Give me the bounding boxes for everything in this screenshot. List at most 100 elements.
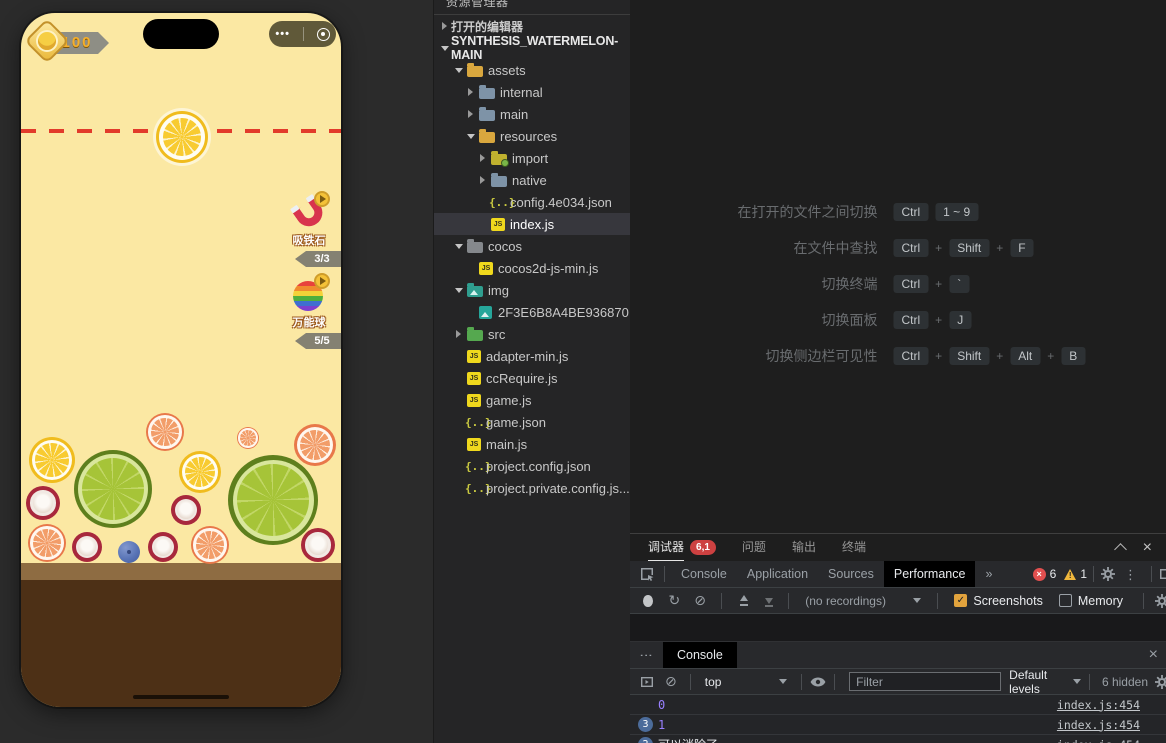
twisty-collapsed-icon[interactable] bbox=[464, 88, 477, 96]
memory-checkbox[interactable]: Memory bbox=[1059, 594, 1123, 608]
twisty-expanded-icon[interactable] bbox=[452, 68, 465, 73]
twisty-collapsed-icon[interactable] bbox=[464, 110, 477, 118]
console-message: 0 index.js:454 bbox=[630, 695, 1166, 715]
reload-and-record-icon[interactable]: ↻ bbox=[664, 592, 686, 609]
tree-item-game.json[interactable]: {..}game.json bbox=[434, 411, 630, 433]
shortcut-label: 切换面板 bbox=[643, 310, 878, 330]
panel-maximize-icon[interactable] bbox=[1114, 543, 1127, 556]
load-profile-icon[interactable] bbox=[737, 595, 748, 607]
keycap: Shift bbox=[949, 239, 989, 257]
twisty-expanded-icon[interactable] bbox=[464, 134, 477, 139]
warning-count[interactable]: 1 bbox=[1080, 567, 1087, 581]
powerup-label: 吸铁石 bbox=[293, 232, 326, 248]
folder-icon bbox=[467, 286, 483, 297]
log-levels-dropdown[interactable]: Default levels bbox=[1009, 669, 1081, 695]
panel-tab-2[interactable]: 输出 bbox=[792, 534, 816, 561]
panel-close-icon[interactable]: × bbox=[1143, 540, 1152, 556]
source-location-link[interactable]: index.js:454 bbox=[1057, 738, 1140, 743]
panel-tab-0[interactable]: 调试器6,1 bbox=[648, 534, 716, 561]
clear-icon[interactable]: ⊘ bbox=[689, 592, 711, 609]
tree-item-label: index.js bbox=[510, 217, 554, 232]
twisty-expanded-icon[interactable] bbox=[452, 244, 465, 249]
exit-circle-icon[interactable] bbox=[317, 28, 330, 41]
tree-item-cocos[interactable]: cocos bbox=[434, 235, 630, 257]
screenshots-checkbox[interactable]: ✓ Screenshots bbox=[954, 594, 1042, 608]
plus-separator: + bbox=[935, 241, 942, 255]
tree-item-index.js[interactable]: JSindex.js bbox=[434, 213, 630, 235]
devtools-settings-icon[interactable] bbox=[1100, 566, 1116, 582]
powerup-magnet[interactable]: 吸铁石 3/3 bbox=[277, 195, 341, 267]
repeat-count-badge: 2 bbox=[638, 737, 653, 743]
twisty-expanded-icon[interactable] bbox=[438, 46, 451, 51]
context-dropdown[interactable]: top bbox=[699, 675, 793, 689]
tree-item-resources[interactable]: resources bbox=[434, 125, 630, 147]
folder-icon bbox=[491, 176, 507, 187]
devtools-tab-console[interactable]: Console bbox=[671, 561, 737, 587]
source-location-link[interactable]: index.js:454 bbox=[1057, 698, 1140, 712]
devtools-tab-performance[interactable]: Performance bbox=[884, 561, 976, 587]
tree-item-main.js[interactable]: JSmain.js bbox=[434, 433, 630, 455]
tree-item-label: src bbox=[488, 327, 505, 342]
save-profile-icon[interactable] bbox=[762, 595, 773, 607]
tree-item-config.4e034.json[interactable]: {..}config.4e034.json bbox=[434, 191, 630, 213]
tree-item-assets[interactable]: assets bbox=[434, 59, 630, 81]
devtools-tabbar: ConsoleApplicationSourcesPerformance » ×… bbox=[630, 561, 1166, 588]
twisty-collapsed-icon[interactable] bbox=[452, 330, 465, 338]
devtools-tab-sources[interactable]: Sources bbox=[818, 561, 884, 587]
folder-icon bbox=[491, 154, 507, 165]
console-message-text: 0 bbox=[658, 698, 665, 712]
tree-item-game.js[interactable]: JSgame.js bbox=[434, 389, 630, 411]
tree-item-main[interactable]: main bbox=[434, 103, 630, 125]
divider bbox=[664, 566, 665, 582]
tree-item-import[interactable]: import bbox=[434, 147, 630, 169]
hidden-messages-count[interactable]: 6 hidden bbox=[1098, 675, 1152, 689]
tree-item-project.private.config.js...[interactable]: {..}project.private.config.js... bbox=[434, 477, 630, 499]
panel-tab-3[interactable]: 终端 bbox=[842, 534, 866, 561]
tree-item-internal[interactable]: internal bbox=[434, 81, 630, 103]
twisty-collapsed-icon[interactable] bbox=[438, 22, 451, 30]
tree-item-cocos2d-js-min.js[interactable]: JScocos2d-js-min.js bbox=[434, 257, 630, 279]
more-options-icon[interactable]: ••• bbox=[275, 21, 290, 47]
workspace-root[interactable]: SYNTHESIS_WATERMELON-MAIN bbox=[434, 37, 630, 59]
drawer-menu-icon[interactable]: ⋮ bbox=[630, 649, 663, 662]
inspect-element-icon[interactable] bbox=[636, 566, 658, 582]
levels-label: Default levels bbox=[1009, 669, 1073, 695]
twisty-collapsed-icon[interactable] bbox=[476, 154, 489, 162]
screenshots-label: Screenshots bbox=[973, 594, 1042, 608]
more-tabs-icon[interactable]: » bbox=[975, 561, 1002, 588]
tree-item-2f3e6b8a4be936870...[interactable]: 2F3E6B8A4BE936870... bbox=[434, 301, 630, 323]
tree-item-img[interactable]: img bbox=[434, 279, 630, 301]
devtools-menu-icon[interactable]: ⋮ bbox=[1116, 568, 1145, 581]
game-screen[interactable]: 100 ••• 吸铁石 3/3 bbox=[21, 13, 341, 707]
panel-tab-1[interactable]: 问题 bbox=[742, 534, 766, 561]
source-location-link[interactable]: index.js:454 bbox=[1057, 718, 1140, 732]
repeat-count-badge: 3 bbox=[638, 717, 653, 732]
twisty-expanded-icon[interactable] bbox=[452, 288, 465, 293]
clear-console-icon[interactable]: ⊘ bbox=[660, 673, 682, 690]
devtools-tab-application[interactable]: Application bbox=[737, 561, 818, 587]
shortcut-keys: Ctrl+` bbox=[894, 275, 1154, 293]
console-drawer-tab[interactable]: Console bbox=[663, 642, 737, 669]
bottom-panel: 调试器6,1问题输出终端 × ConsoleApplicationSources… bbox=[630, 533, 1166, 743]
console-settings-icon[interactable] bbox=[1154, 674, 1166, 690]
capture-settings-icon[interactable] bbox=[1154, 593, 1166, 609]
live-expression-eye-icon[interactable] bbox=[810, 674, 826, 690]
error-count[interactable]: 6 bbox=[1050, 567, 1057, 581]
twisty-collapsed-icon[interactable] bbox=[476, 176, 489, 184]
ground-strip bbox=[21, 563, 341, 580]
shortcut-watermark: 在打开的文件之间切换Ctrl1 ~ 9在文件中查找Ctrl+Shift+F切换终… bbox=[643, 201, 1154, 381]
drawer-close-icon[interactable]: × bbox=[1149, 647, 1166, 663]
tree-item-ccrequire.js[interactable]: JSccRequire.js bbox=[434, 367, 630, 389]
keycap: ` bbox=[949, 275, 969, 293]
tree-item-label: assets bbox=[488, 63, 526, 78]
console-sidebar-icon[interactable] bbox=[636, 674, 658, 690]
tree-item-native[interactable]: native bbox=[434, 169, 630, 191]
tree-item-src[interactable]: src bbox=[434, 323, 630, 345]
tree-item-project.config.json[interactable]: {..}project.config.json bbox=[434, 455, 630, 477]
console-filter-input[interactable] bbox=[849, 672, 1001, 691]
record-icon[interactable] bbox=[643, 595, 653, 607]
powerup-rainbow-ball[interactable]: 万能球 5/5 bbox=[277, 277, 341, 349]
tree-item-adapter-min.js[interactable]: JSadapter-min.js bbox=[434, 345, 630, 367]
dock-side-icon[interactable] bbox=[1158, 566, 1166, 582]
recordings-dropdown[interactable]: (no recordings) bbox=[799, 594, 927, 608]
